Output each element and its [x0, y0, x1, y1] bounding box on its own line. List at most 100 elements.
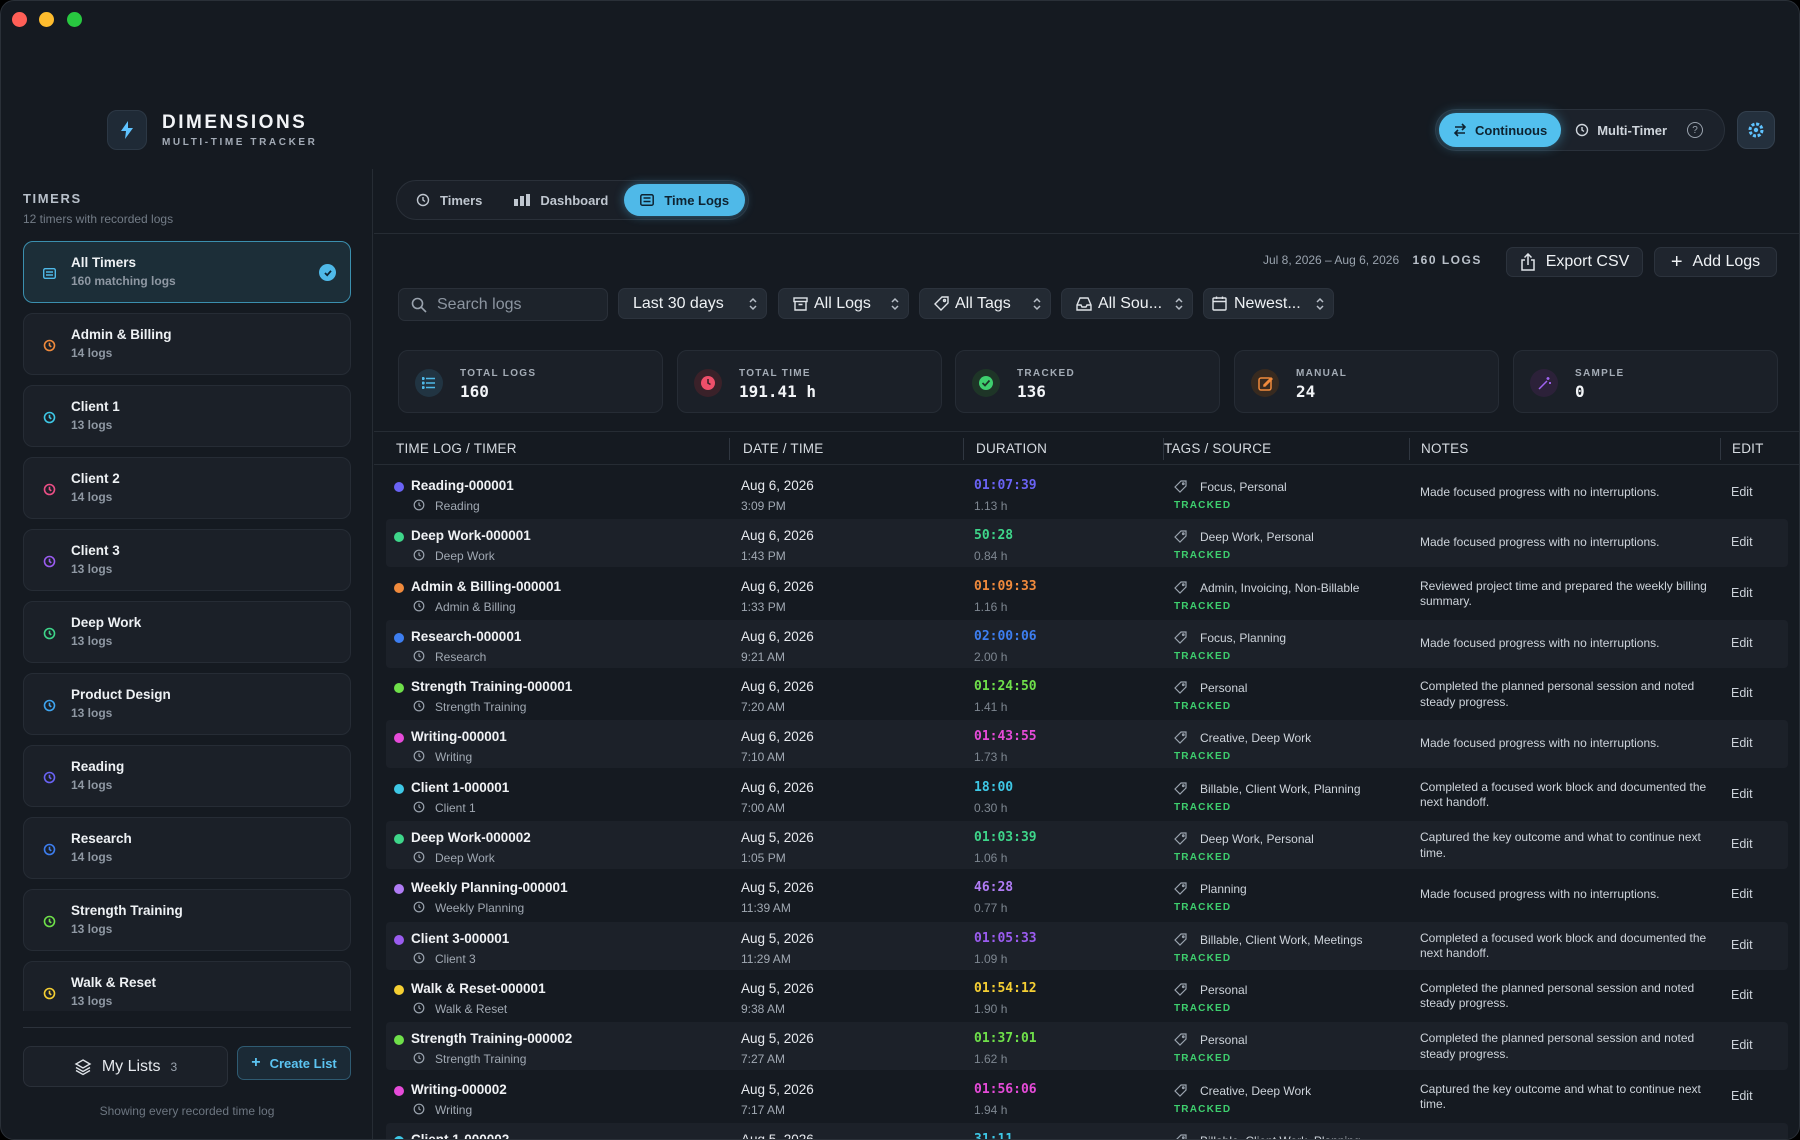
timer-name: Product Design	[71, 687, 171, 702]
edit-button[interactable]: Edit	[1731, 736, 1753, 750]
timer-log-count: 14 logs	[71, 778, 113, 792]
search-icon	[411, 297, 427, 313]
continuous-mode-button[interactable]: Continuous	[1439, 113, 1562, 147]
tab-timers[interactable]: Timers	[400, 184, 498, 216]
edit-button[interactable]: Edit	[1731, 586, 1753, 600]
log-date: Aug 5, 2026	[741, 1081, 814, 1097]
table-row[interactable]: Walk & Reset-000001 Walk & Reset Aug 5, 20…	[386, 972, 1788, 1020]
help-icon[interactable]: ?	[1687, 122, 1704, 138]
timer-icon	[42, 698, 56, 712]
tab-timers-label: Timers	[440, 192, 483, 208]
log-name: Weekly Planning-000001	[411, 880, 568, 896]
table-row[interactable]: Deep Work-000002 Deep Work Aug 5, 2026 1:05…	[386, 821, 1788, 870]
table-row[interactable]: Writing-000002 Writing Aug 5, 2026 7:17 AM 0…	[386, 1073, 1788, 1121]
sidebar-item-walk-reset[interactable]: Walk & Reset 13 logs	[23, 961, 351, 1011]
sidebar-item-research[interactable]: Research 14 logs	[23, 817, 351, 879]
timer-log-count: 13 logs	[71, 922, 113, 936]
table-row[interactable]: Reading-000001 Reading Aug 6, 2026 3:09 PM 0…	[386, 469, 1788, 517]
edit-button[interactable]: Edit	[1731, 1089, 1753, 1103]
log-duration: 01:43:55	[974, 729, 1037, 745]
table-header: TIME LOG / TIMER DATE / TIME DURATION TA…	[374, 431, 1799, 465]
timer-name: Walk & Reset	[71, 975, 157, 990]
column-header-date[interactable]: DATE / TIME	[743, 441, 823, 456]
sort-select[interactable]: Newest...	[1203, 288, 1334, 319]
table-row[interactable]: Client 1-000002Client 1Aug 5, 202631:11B…	[386, 1122, 1788, 1139]
sidebar-item-client-3[interactable]: Client 3 13 logs	[23, 529, 351, 591]
table-row[interactable]: Weekly Planning-000001 Weekly Planning Aug…	[386, 871, 1788, 919]
sidebar-item-product-design[interactable]: Product Design 13 logs	[23, 673, 351, 735]
table-row[interactable]: Strength Training-000001 Strength Trainin…	[386, 670, 1788, 718]
table-row[interactable]: Research-000001 Research Aug 6, 2026 9:21 A…	[386, 619, 1788, 668]
timer-color-dot	[394, 683, 404, 694]
multi-timer-mode-button[interactable]: Multi-Timer	[1561, 113, 1681, 147]
column-header-notes[interactable]: NOTES	[1421, 441, 1469, 456]
table-row[interactable]: Strength Training-000002 Strength Trainin…	[386, 1022, 1788, 1071]
table-row[interactable]: Admin & Billing-000001 Admin & Billing Aug…	[386, 570, 1788, 618]
log-timer: Client 1	[435, 800, 476, 815]
table-row[interactable]: Writing-000001 Writing Aug 6, 2026 7:10 AM 0…	[386, 720, 1788, 769]
edit-button[interactable]: Edit	[1731, 686, 1753, 700]
sidebar-item-client-2[interactable]: Client 2 14 logs	[23, 457, 351, 519]
edit-button[interactable]: Edit	[1731, 485, 1753, 499]
minimize-window-button[interactable]	[39, 12, 54, 27]
my-lists-label: My Lists	[101, 1057, 161, 1075]
sidebar-item-strength-training[interactable]: Strength Training 13 logs	[23, 889, 351, 951]
settings-button[interactable]	[1737, 111, 1775, 149]
timer-icon	[413, 801, 425, 813]
edit-button[interactable]: Edit	[1731, 787, 1753, 801]
timer-color-dot	[394, 632, 404, 643]
table-row[interactable]: Client 3-000001 Client 3 Aug 5, 2026 11:29 …	[386, 921, 1788, 970]
bolt-icon	[107, 110, 147, 150]
log-notes: Completed the planned personal session a…	[1420, 679, 1695, 709]
edit-button[interactable]: Edit	[1731, 1038, 1753, 1052]
edit-button[interactable]: Edit	[1731, 938, 1753, 952]
timer-name: Reading	[71, 759, 125, 774]
log-type-select[interactable]: All Logs	[778, 288, 909, 319]
create-list-button[interactable]: + Create List	[237, 1046, 351, 1080]
tab-time-logs[interactable]: Time Logs	[624, 184, 746, 216]
table-row[interactable]: Deep Work-000001 Deep Work Aug 6, 2026 1:43…	[386, 519, 1788, 568]
log-time: 11:39 AM	[741, 901, 791, 916]
log-notes: Made focused progress with no interrupti…	[1420, 485, 1660, 499]
column-header-log[interactable]: TIME LOG / TIMER	[396, 441, 517, 456]
table-row[interactable]: Client 1-000001 Client 1 Aug 6, 2026 7:00 A…	[386, 771, 1788, 819]
add-logs-button[interactable]: + Add Logs	[1654, 247, 1777, 277]
column-header-tags[interactable]: TAGS / SOURCE	[1164, 441, 1271, 456]
edit-button[interactable]: Edit	[1731, 988, 1753, 1002]
log-duration: 18:00	[974, 779, 1014, 795]
log-notes: Completed a focused work block and docum…	[1420, 930, 1707, 961]
sidebar-item-admin-billing[interactable]: Admin & Billing 14 logs	[23, 313, 351, 375]
tags-select[interactable]: All Tags	[919, 288, 1051, 319]
log-duration: 01:37:01	[974, 1031, 1037, 1047]
column-header-edit: EDIT	[1732, 441, 1764, 456]
log-hours: 1.73 h	[974, 750, 1008, 765]
export-csv-button[interactable]: Export CSV	[1506, 247, 1643, 277]
log-source-badge: TRACKED	[1174, 650, 1232, 662]
edit-button[interactable]: Edit	[1731, 535, 1753, 549]
gear-icon	[1747, 121, 1765, 139]
column-header-duration[interactable]: DURATION	[976, 441, 1047, 456]
my-lists-button[interactable]: My Lists 3	[23, 1046, 228, 1087]
edit-button[interactable]: Edit	[1731, 837, 1753, 851]
close-window-button[interactable]	[12, 12, 27, 27]
log-source-badge: TRACKED	[1174, 500, 1232, 511]
source-select[interactable]: All Sou...	[1061, 288, 1193, 319]
edit-button[interactable]: Edit	[1731, 887, 1753, 901]
chevron-updown-icon	[1032, 297, 1042, 311]
stat-label: SAMPLE	[1575, 368, 1625, 379]
timer-icon	[42, 626, 56, 640]
date-range: Jul 8, 2026 – Aug 6, 2026	[1263, 253, 1400, 267]
sidebar-item-client-1[interactable]: Client 1 13 logs	[23, 385, 351, 447]
tab-dashboard[interactable]: Dashboard	[498, 184, 624, 216]
search-input[interactable]	[437, 295, 597, 314]
sidebar-item-all-timers[interactable]: All Timers 160 matching logs	[23, 241, 351, 303]
tag-icon	[1174, 1083, 1187, 1097]
sidebar-item-deep-work[interactable]: Deep Work 13 logs	[23, 601, 351, 663]
timer-color-dot	[394, 1035, 404, 1046]
maximize-window-button[interactable]	[67, 12, 82, 27]
timer-name: Client 2	[71, 471, 120, 486]
edit-button[interactable]: Edit	[1731, 636, 1753, 650]
log-tags: Creative, Deep Work	[1200, 1083, 1312, 1098]
sidebar-item-reading[interactable]: Reading 14 logs	[23, 745, 351, 807]
period-select[interactable]: Last 30 days	[618, 288, 767, 319]
